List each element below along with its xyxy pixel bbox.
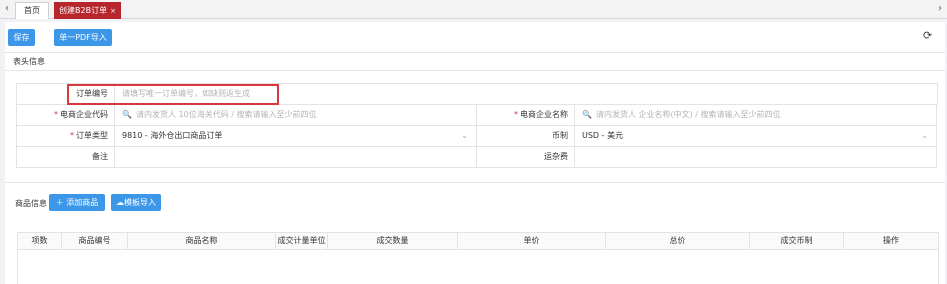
goods-table: 项数 商品编号 商品名称 成交计量单位 成交数量 单价 总价 成交币制 操作 xyxy=(17,232,939,284)
refresh-icon[interactable]: ⟳ xyxy=(923,29,932,42)
order-type-select[interactable]: 9810 - 海外仓出口商品订单 ⌄ xyxy=(115,126,477,147)
tab-scroll-left-icon[interactable]: ‹ xyxy=(0,0,14,19)
order-type-value: 9810 - 海外仓出口商品订单 xyxy=(122,131,223,140)
form-row-type: * 订单类型 9810 - 海外仓出口商品订单 ⌄ 币制 USD - 美元 ⌄ xyxy=(17,126,938,147)
search-icon: 🔍 xyxy=(582,110,592,119)
currency-value: USD - 美元 xyxy=(582,131,624,140)
main-panel: 保存 单一PDF导入 ⟳ 表头信息 订单编号 请填写唯一订单编号，如缺则返生成 … xyxy=(5,22,945,284)
tab-home-label: 首页 xyxy=(24,6,40,15)
currency-select[interactable]: USD - 美元 ⌄ xyxy=(575,126,937,147)
col-header-total-price: 总价 xyxy=(606,233,750,250)
save-button[interactable]: 保存 xyxy=(8,29,35,46)
form-row-ecom: * 电商企业代码 🔍 请内发货人 10位海关代码 / 搜索请输入至少前四位 * 电商企… xyxy=(17,105,938,126)
freight-field[interactable] xyxy=(575,147,937,168)
col-header-currency: 成交币制 xyxy=(750,233,844,250)
col-header-actions: 操作 xyxy=(883,236,899,245)
order-type-label: * 订单类型 xyxy=(17,126,115,147)
remark-field[interactable] xyxy=(115,147,477,168)
tab-close-icon[interactable]: × xyxy=(110,7,116,15)
tab-home[interactable]: 首页 xyxy=(15,2,49,19)
remark-label: 备注 xyxy=(17,147,115,168)
ecom-code-field[interactable]: 🔍 请内发货人 10位海关代码 / 搜索请输入至少前四位 xyxy=(115,105,477,126)
ecom-code-placeholder: 请内发货人 10位海关代码 / 搜索请输入至少前四位 xyxy=(135,110,317,119)
add-goods-button[interactable]: ＋ 添加商品 xyxy=(49,194,105,211)
search-icon: 🔍 xyxy=(122,110,132,119)
ecom-code-label: * 电商企业代码 xyxy=(17,105,115,126)
freight-label: 运杂费 xyxy=(477,147,575,168)
col-header-item-no: 项数 xyxy=(18,233,62,250)
col-header-unit-price: 单价 xyxy=(458,233,606,250)
ecom-name-field[interactable]: 🔍 请内发货人 企业名称(中文) / 搜索请输入至少前四位 xyxy=(575,105,937,126)
order-no-field[interactable]: 请填写唯一订单编号，如缺则返生成 xyxy=(115,84,938,105)
goods-section-title: 商品信息 xyxy=(15,199,47,208)
tab-scroll-right-icon[interactable]: › xyxy=(933,0,947,19)
goods-table-header: 项数 商品编号 商品名称 成交计量单位 成交数量 单价 总价 成交币制 操作 xyxy=(18,233,938,250)
order-no-label: 订单编号 xyxy=(17,84,115,105)
goods-section-divider xyxy=(5,182,945,183)
ecom-name-label: * 电商企业名称 xyxy=(477,105,575,126)
col-header-unit: 成交计量单位 xyxy=(276,233,328,250)
col-header-quantity: 成交数量 xyxy=(328,233,458,250)
header-form-table: 订单编号 请填写唯一订单编号，如缺则返生成 * 电商企业代码 🔍 请内发货人 10位… xyxy=(16,83,938,168)
header-section-title: 表头信息 xyxy=(13,57,45,66)
form-row-remark: 备注 运杂费 xyxy=(17,147,938,168)
col-header-goods-name: 商品名称 xyxy=(128,233,276,250)
ecom-name-placeholder: 请内发货人 企业名称(中文) / 搜索请输入至少前四位 xyxy=(595,110,781,119)
tab-active-label: 创建B2B订单 xyxy=(59,6,108,15)
pdf-import-button[interactable]: 单一PDF导入 xyxy=(54,29,112,46)
order-no-placeholder: 请填写唯一订单编号，如缺则返生成 xyxy=(122,89,250,98)
header-section-divider xyxy=(5,70,945,71)
goods-table-body xyxy=(18,250,938,284)
tab-bar: ‹ 首页 创建B2B订单 × › xyxy=(0,0,947,19)
form-row-order-no: 订单编号 请填写唯一订单编号，如缺则返生成 xyxy=(17,84,938,105)
chevron-down-icon: ⌄ xyxy=(461,131,468,140)
col-header-goods-no: 商品编号 xyxy=(62,233,128,250)
currency-label: 币制 xyxy=(477,126,575,147)
template-import-button[interactable]: ☁模板导入 xyxy=(111,194,161,211)
toolbar-divider xyxy=(5,52,945,53)
tab-create-b2b-order[interactable]: 创建B2B订单 × xyxy=(54,2,121,19)
chevron-down-icon: ⌄ xyxy=(921,131,928,140)
